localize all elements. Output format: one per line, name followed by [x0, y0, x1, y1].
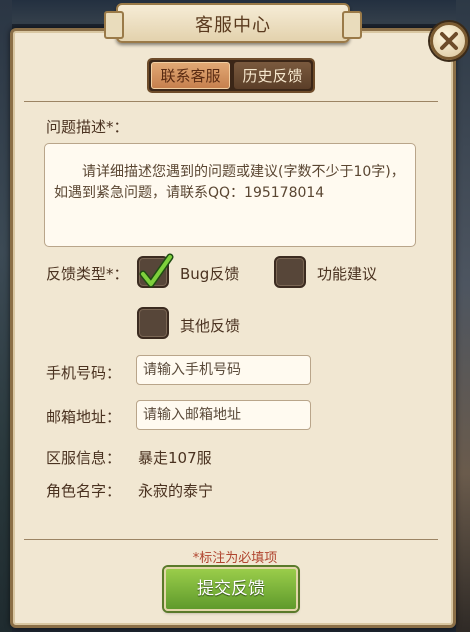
divider-top — [24, 101, 438, 102]
option-other-feedback-label: 其他反馈 — [180, 317, 241, 335]
option-bug-feedback-label: Bug反馈 — [180, 265, 240, 283]
description-text: 请详细描述您遇到的问题或建议(字数不少于10字)，如遇到紧急问题，请联系QQ：1… — [54, 164, 405, 201]
feedback-type-label: 反馈类型*： — [46, 265, 129, 283]
tab-contact-service[interactable]: 联系客服 — [151, 62, 230, 89]
description-textarea[interactable]: 请详细描述您遇到的问题或建议(字数不少于10字)，如遇到紧急问题，请联系QQ：1… — [44, 143, 416, 247]
description-label: 问题描述*： — [46, 118, 129, 136]
checkbox-bug-feedback[interactable] — [137, 253, 174, 288]
server-info-label: 区服信息： — [46, 449, 122, 467]
checkmark-icon — [139, 253, 174, 288]
submit-feedback-button[interactable]: 提交反馈 — [164, 567, 298, 611]
game-background-right — [456, 0, 470, 632]
role-name-label: 角色名字： — [46, 482, 122, 500]
phone-input[interactable] — [136, 355, 311, 385]
dialog-title: 客服中心 — [195, 15, 271, 36]
tab-feedback-history[interactable]: 历史反馈 — [234, 62, 311, 89]
title-banner: 客服中心 — [104, 3, 362, 43]
close-icon — [440, 32, 458, 50]
phone-label: 手机号码： — [46, 364, 122, 382]
checkbox-feature-suggestion[interactable] — [274, 256, 306, 288]
tab-bar: 联系客服 历史反馈 — [147, 58, 315, 93]
role-name-value: 永寂的泰宁 — [138, 482, 214, 500]
server-info-value: 暴走107服 — [138, 449, 212, 467]
option-feature-suggestion-label: 功能建议 — [317, 265, 378, 283]
close-button[interactable] — [430, 22, 468, 60]
email-label: 邮箱地址： — [46, 408, 122, 426]
email-input[interactable] — [136, 400, 311, 430]
divider-bottom — [24, 539, 438, 540]
checkbox-other-feedback[interactable] — [137, 307, 169, 339]
required-note: *标注为必填项 — [192, 551, 278, 566]
